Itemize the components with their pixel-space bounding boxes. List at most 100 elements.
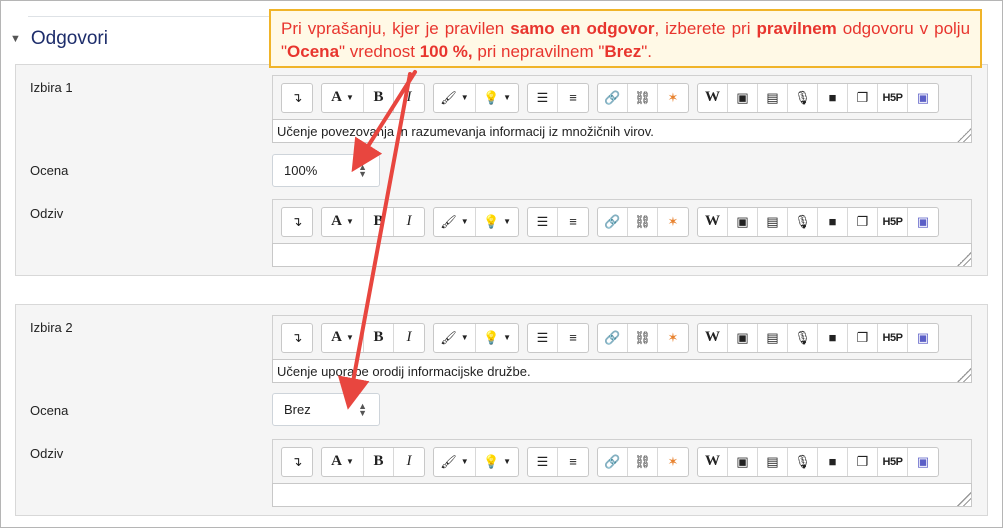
teams-icon[interactable]: ▣ (908, 208, 938, 236)
word-paste-icon[interactable]: W (698, 447, 728, 476)
h5p-button[interactable]: H5P (878, 83, 908, 112)
lightbulb-icon[interactable]: 💡 ▼ (476, 84, 518, 112)
resize-grip-icon[interactable] (957, 252, 971, 266)
bullet-list-icon[interactable]: ☰ (528, 207, 558, 236)
choice-panel-2: Izbira 2 ↴ A ▼ B I 🖌 ▼ 💡 ▼ ☰ ≡ 🔗 ⛓ ✶ W ▣… (15, 304, 988, 516)
link-icon[interactable]: 🔗 (598, 447, 628, 476)
editor-toolbar: ↴ A ▼ B I 🖌 ▼ 💡 ▼ ☰ ≡ 🔗 ⛓ ✶ W ▣ ▤ 🎙 ■ ❐ … (272, 75, 972, 119)
h5p-button[interactable]: H5P (878, 447, 908, 476)
video-icon[interactable]: ■ (818, 207, 848, 236)
resize-grip-icon[interactable] (957, 368, 971, 382)
bold-button[interactable]: B (364, 83, 394, 112)
answer-textarea[interactable]: Učenje uporabe orodij informacijske druž… (272, 359, 972, 383)
choice-label: Izbira 2 (30, 320, 73, 335)
answer-editor: ↴ A ▼ B I 🖌 ▼ 💡 ▼ ☰ ≡ 🔗 ⛓ ✶ W ▣ ▤ 🎙 ■ ❐ … (272, 75, 972, 143)
editor-toolbar: ↴ A ▼ B I 🖌 ▼ 💡 ▼ ☰ ≡ 🔗 ⛓ ✶ W ▣ ▤ 🎙 ■ ❐ … (272, 439, 972, 483)
grade-label: Ocena (30, 163, 69, 178)
brush-icon[interactable]: 🖌 ▼ (434, 323, 476, 352)
numbered-list-icon[interactable]: ≡ (558, 448, 588, 476)
bullet-list-icon[interactable]: ☰ (528, 447, 558, 476)
link-icon[interactable]: 🔗 (598, 323, 628, 352)
lightbulb-icon[interactable]: 💡 ▼ (476, 324, 518, 352)
word-paste-icon[interactable]: W (698, 207, 728, 236)
copy-icon[interactable]: ❐ (848, 323, 878, 352)
numbered-list-icon[interactable]: ≡ (558, 84, 588, 112)
show-more-icon[interactable]: ↴ (282, 324, 312, 352)
image-icon[interactable]: ▣ (728, 447, 758, 476)
italic-button[interactable]: I (394, 448, 424, 476)
font-style-button[interactable]: A ▼ (322, 83, 364, 112)
h5p-button[interactable]: H5P (878, 207, 908, 236)
show-more-icon[interactable]: ↴ (282, 448, 312, 476)
choice-panel-1: Izbira 1 ↴ A ▼ B I 🖌 ▼ 💡 ▼ ☰ ≡ 🔗 ⛓ ✶ W ▣… (15, 64, 988, 276)
microphone-icon[interactable]: 🎙 (788, 83, 818, 112)
numbered-list-icon[interactable]: ≡ (558, 208, 588, 236)
bold-button[interactable]: B (364, 323, 394, 352)
choice-label: Izbira 1 (30, 80, 73, 95)
media-icon[interactable]: ▤ (758, 447, 788, 476)
teams-icon[interactable]: ▣ (908, 324, 938, 352)
resize-grip-icon[interactable] (957, 128, 971, 142)
bold-button[interactable]: B (364, 447, 394, 476)
font-style-button[interactable]: A ▼ (322, 447, 364, 476)
show-more-icon[interactable]: ↴ (282, 208, 312, 236)
word-paste-icon[interactable]: W (698, 323, 728, 352)
brush-icon[interactable]: 🖌 ▼ (434, 447, 476, 476)
brush-icon[interactable]: 🖌 ▼ (434, 207, 476, 236)
word-paste-icon[interactable]: W (698, 83, 728, 112)
answer-editor: ↴ A ▼ B I 🖌 ▼ 💡 ▼ ☰ ≡ 🔗 ⛓ ✶ W ▣ ▤ 🎙 ■ ❐ … (272, 315, 972, 383)
copy-icon[interactable]: ❐ (848, 447, 878, 476)
show-more-icon[interactable]: ↴ (282, 84, 312, 112)
microphone-icon[interactable]: 🎙 (788, 323, 818, 352)
video-icon[interactable]: ■ (818, 323, 848, 352)
media-icon[interactable]: ▤ (758, 207, 788, 236)
teams-icon[interactable]: ▣ (908, 84, 938, 112)
video-icon[interactable]: ■ (818, 447, 848, 476)
brush-icon[interactable]: 🖌 ▼ (434, 83, 476, 112)
unlink-icon[interactable]: ⛓ (628, 323, 658, 352)
media-icon[interactable]: ▤ (758, 83, 788, 112)
moodle-media-icon[interactable]: ✶ (658, 448, 688, 476)
link-icon[interactable]: 🔗 (598, 83, 628, 112)
feedback-textarea[interactable] (272, 243, 972, 267)
feedback-label: Odziv (30, 206, 64, 221)
unlink-icon[interactable]: ⛓ (628, 447, 658, 476)
select-arrows-icon: ▲ ▼ (358, 161, 367, 179)
bullet-list-icon[interactable]: ☰ (528, 323, 558, 352)
teams-icon[interactable]: ▣ (908, 448, 938, 476)
italic-button[interactable]: I (394, 84, 424, 112)
grade-select[interactable]: Brez ▲ ▼ (272, 393, 380, 426)
image-icon[interactable]: ▣ (728, 207, 758, 236)
grade-select[interactable]: 100% ▲ ▼ (272, 154, 380, 187)
italic-button[interactable]: I (394, 324, 424, 352)
link-icon[interactable]: 🔗 (598, 207, 628, 236)
answer-textarea[interactable]: Učenje povezovanja in razumevanja inform… (272, 119, 972, 143)
image-icon[interactable]: ▣ (728, 83, 758, 112)
font-style-button[interactable]: A ▼ (322, 207, 364, 236)
microphone-icon[interactable]: 🎙 (788, 207, 818, 236)
image-icon[interactable]: ▣ (728, 323, 758, 352)
annotation-callout: Pri vprašanju, kjer je pravilen samo en … (269, 9, 982, 68)
collapse-caret-icon[interactable]: ▼ (10, 33, 21, 45)
bold-button[interactable]: B (364, 207, 394, 236)
font-style-button[interactable]: A ▼ (322, 323, 364, 352)
moodle-media-icon[interactable]: ✶ (658, 208, 688, 236)
moodle-media-icon[interactable]: ✶ (658, 84, 688, 112)
italic-button[interactable]: I (394, 208, 424, 236)
bullet-list-icon[interactable]: ☰ (528, 83, 558, 112)
unlink-icon[interactable]: ⛓ (628, 83, 658, 112)
copy-icon[interactable]: ❐ (848, 83, 878, 112)
h5p-button[interactable]: H5P (878, 323, 908, 352)
copy-icon[interactable]: ❐ (848, 207, 878, 236)
numbered-list-icon[interactable]: ≡ (558, 324, 588, 352)
moodle-media-icon[interactable]: ✶ (658, 324, 688, 352)
feedback-textarea[interactable] (272, 483, 972, 507)
lightbulb-icon[interactable]: 💡 ▼ (476, 448, 518, 476)
media-icon[interactable]: ▤ (758, 323, 788, 352)
microphone-icon[interactable]: 🎙 (788, 447, 818, 476)
video-icon[interactable]: ■ (818, 83, 848, 112)
lightbulb-icon[interactable]: 💡 ▼ (476, 208, 518, 236)
resize-grip-icon[interactable] (957, 492, 971, 506)
unlink-icon[interactable]: ⛓ (628, 207, 658, 236)
section-header[interactable]: ▼ Odgovori (10, 28, 108, 50)
